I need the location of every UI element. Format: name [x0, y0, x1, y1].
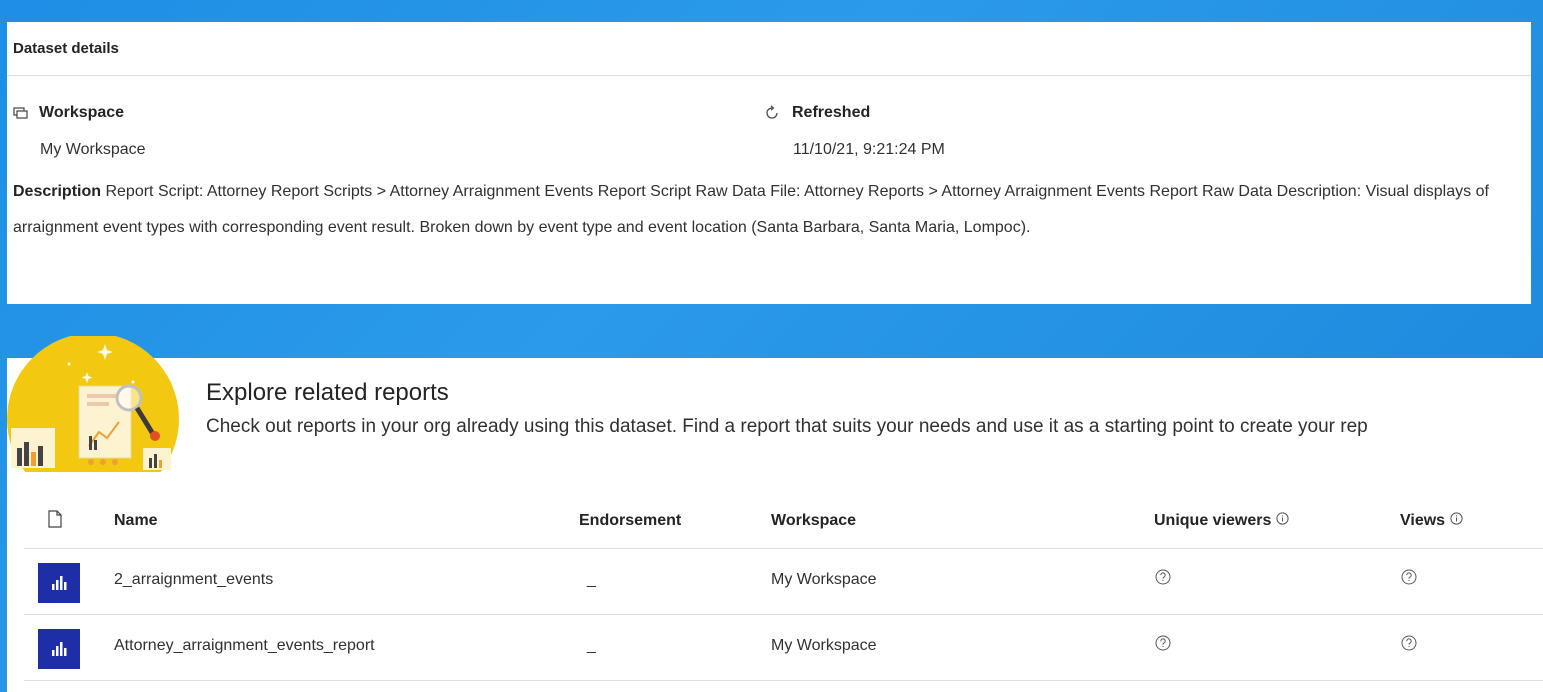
table-header: Name Endorsement Workspace Unique viewer…: [24, 498, 1543, 549]
explore-title: Explore related reports: [206, 379, 449, 406]
dataset-details-panel: Dataset details Workspace My Workspace R…: [7, 22, 1531, 304]
dataset-details-header: Dataset details: [7, 22, 1531, 76]
info-icon[interactable]: [1276, 512, 1289, 530]
workspace-value: My Workspace: [40, 141, 146, 158]
workspace-value: My Workspace: [771, 637, 877, 654]
question-icon[interactable]: [1155, 569, 1171, 590]
explore-subtitle: Check out reports in your org already us…: [206, 416, 1368, 437]
report-icon[interactable]: [38, 563, 80, 603]
refresh-icon: [764, 105, 780, 121]
question-icon[interactable]: [1401, 635, 1417, 656]
column-name[interactable]: Name: [114, 512, 158, 530]
description-label: Description: [13, 183, 102, 200]
info-icon[interactable]: [1450, 512, 1463, 530]
column-views-label: Views: [1400, 512, 1446, 529]
description: Description Report Script: Attorney Repo…: [13, 174, 1513, 246]
report-name-link[interactable]: Attorney_arraignment_events_report: [114, 637, 375, 655]
workspace-label: Workspace: [13, 104, 124, 122]
file-icon: [48, 510, 62, 533]
question-icon[interactable]: [1155, 635, 1171, 656]
workspace-label-text: Workspace: [39, 104, 125, 121]
refreshed-label: Refreshed: [764, 104, 870, 122]
description-text: Report Script: Attorney Report Scripts >…: [13, 183, 1489, 236]
refreshed-label-text: Refreshed: [792, 104, 871, 121]
endorsement-value: _: [587, 571, 596, 588]
endorsement-value: _: [587, 637, 596, 654]
related-reports-table: Name Endorsement Workspace Unique viewer…: [24, 498, 1543, 681]
workspace-icon: [13, 106, 29, 120]
refreshed-value: 11/10/21, 9:21:24 PM: [793, 141, 945, 158]
column-unique-viewers-label: Unique viewers: [1154, 512, 1272, 529]
column-views[interactable]: Views: [1400, 512, 1463, 530]
explore-illustration: [7, 333, 179, 505]
workspace-value: My Workspace: [771, 571, 877, 588]
report-name-link[interactable]: 2_arraignment_events: [114, 571, 273, 589]
table-row[interactable]: 2_arraignment_events _ My Workspace: [24, 549, 1543, 615]
table-row[interactable]: Attorney_arraignment_events_report _ My …: [24, 615, 1543, 681]
column-workspace[interactable]: Workspace: [771, 512, 856, 530]
column-unique-viewers[interactable]: Unique viewers: [1154, 512, 1289, 530]
report-icon[interactable]: [38, 629, 80, 669]
question-icon[interactable]: [1401, 569, 1417, 590]
column-endorsement[interactable]: Endorsement: [579, 512, 681, 530]
